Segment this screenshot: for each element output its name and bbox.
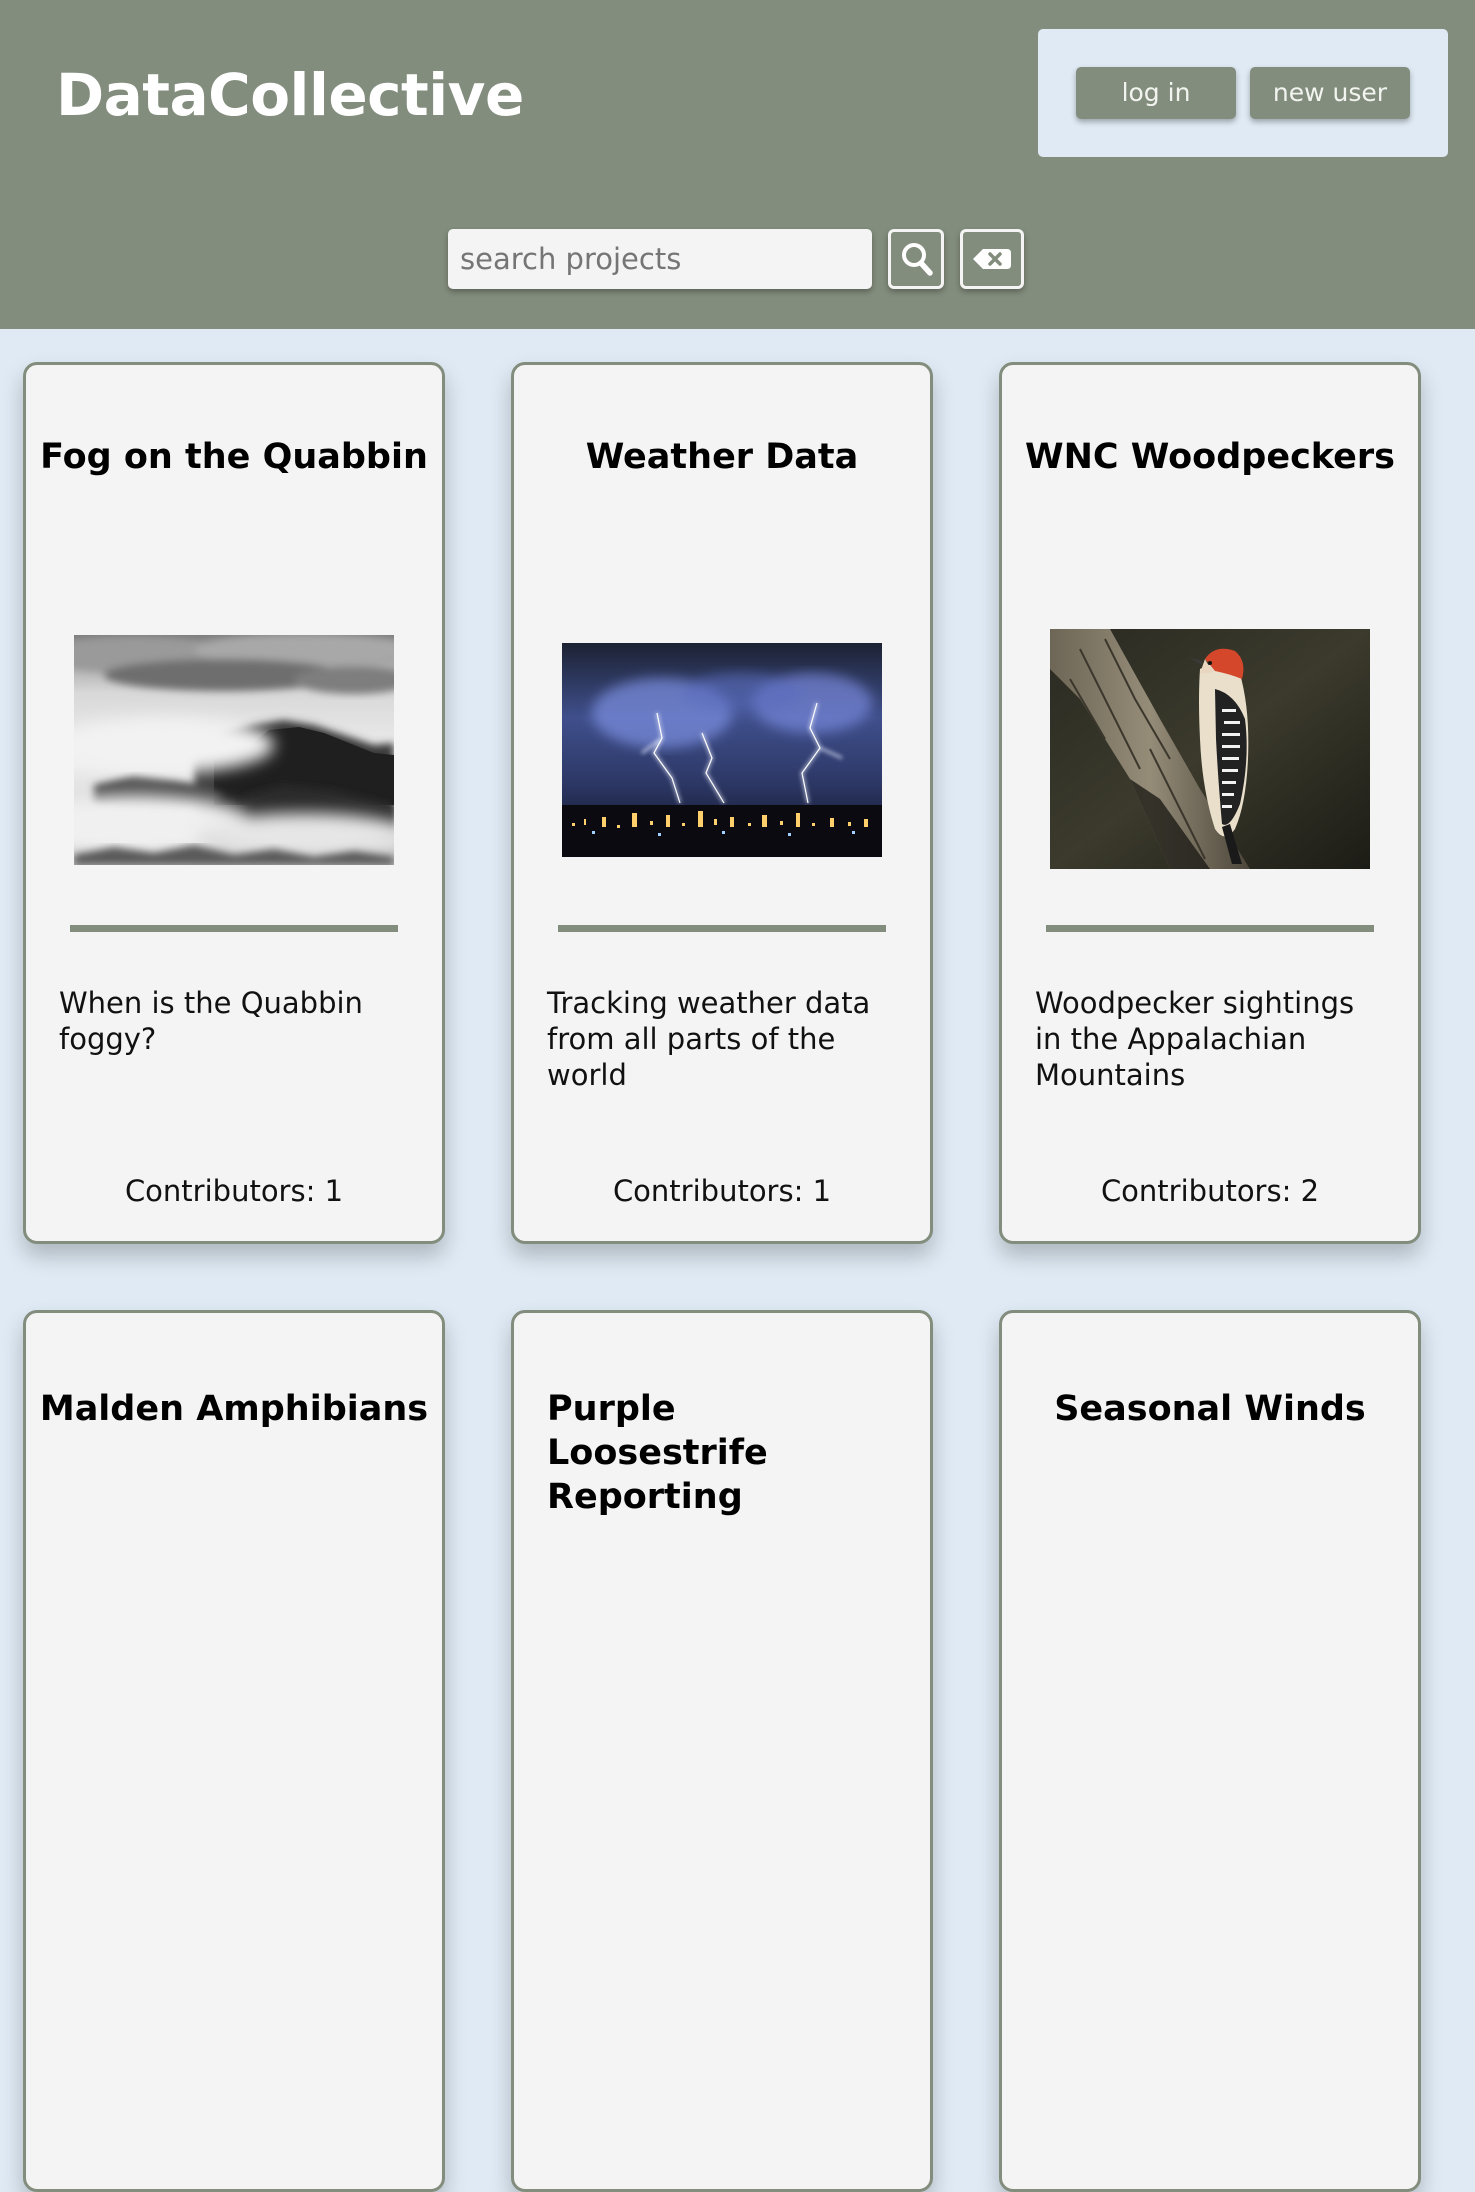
contributors-count: Contributors: 1 [124, 1174, 344, 1208]
search-input[interactable]: search projects [448, 229, 872, 289]
project-title[interactable]: WNC Woodpeckers [1002, 435, 1418, 479]
clear-search-button[interactable] [960, 229, 1024, 289]
login-button[interactable]: log in [1076, 67, 1236, 119]
woodpecker-photo [1050, 629, 1370, 869]
project-card[interactable]: Seasonal Winds [999, 1310, 1421, 2192]
project-title[interactable]: Seasonal Winds [1002, 1387, 1418, 1431]
project-title[interactable]: Purple Loosestrife Reporting [514, 1387, 907, 1519]
lightning-city-photo [562, 643, 882, 857]
project-card[interactable]: Weather Data Tracking weather data from … [511, 362, 933, 1244]
site-logo[interactable]: DataCollective [56, 58, 524, 132]
project-description: Tracking weather data from all parts of … [547, 986, 871, 1092]
project-card[interactable]: Purple Loosestrife Reporting [511, 1310, 933, 2192]
card-divider [1046, 925, 1374, 932]
project-title[interactable]: Weather Data [514, 435, 930, 479]
project-card[interactable]: WNC Woodpeckers Woodpecker sightings in … [999, 362, 1421, 1244]
search-button[interactable] [888, 229, 944, 289]
contributors-count: Contributors: 2 [1100, 1174, 1320, 1208]
project-title[interactable]: Fog on the Quabbin [26, 435, 442, 479]
site-header: DataCollective log in new user search pr… [0, 0, 1475, 329]
contributors-count: Contributors: 1 [612, 1174, 832, 1208]
project-description: When is the Quabbin foggy? [59, 986, 363, 1056]
auth-panel: log in new user [1038, 29, 1448, 157]
card-divider [558, 925, 886, 932]
foggy-forest-photo [74, 635, 394, 865]
backspace-icon [973, 249, 1011, 269]
project-description: Woodpecker sightings in the Appalachian … [1035, 986, 1355, 1092]
new-user-button[interactable]: new user [1250, 67, 1410, 119]
project-card[interactable]: Malden Amphibians [23, 1310, 445, 2192]
magnifier-icon [902, 243, 933, 276]
project-card[interactable]: Fog on the Quabbin When is the Quabbin f… [23, 362, 445, 1244]
project-title[interactable]: Malden Amphibians [26, 1387, 442, 1431]
card-divider [70, 925, 398, 932]
